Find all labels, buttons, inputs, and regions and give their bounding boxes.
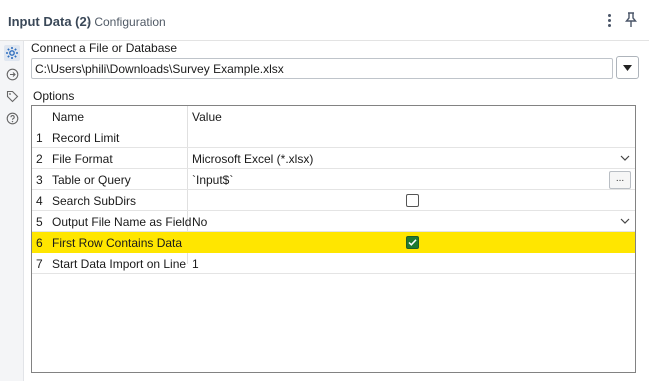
- row-name: Search SubDirs: [52, 194, 137, 208]
- name-column-header: Name: [52, 110, 85, 124]
- row-name: Table or Query: [52, 173, 131, 187]
- options-grid: Name Value 1 Record Limit 2 File Format …: [31, 105, 636, 373]
- side-rail: [0, 41, 24, 381]
- row-name: File Format: [52, 152, 113, 166]
- options-label: Options: [33, 89, 75, 103]
- row-name: Output File Name as Field: [52, 215, 192, 229]
- gear-icon[interactable]: [4, 45, 20, 61]
- file-path-dropdown-button[interactable]: [616, 56, 639, 79]
- row-number: 5: [36, 215, 43, 229]
- triangle-down-icon: [623, 64, 632, 71]
- connection-arrow-icon[interactable]: [4, 66, 20, 82]
- panel-subtitle: - Configuration: [87, 15, 166, 29]
- first-row-data-checkbox[interactable]: [406, 236, 419, 249]
- row-number: 6: [36, 236, 43, 250]
- connect-label: Connect a File or Database: [31, 41, 178, 55]
- output-filename-select[interactable]: No: [192, 215, 207, 229]
- table-row[interactable]: 3 Table or Query `Input$` ...: [32, 169, 635, 190]
- file-format-select[interactable]: Microsoft Excel (*.xlsx): [192, 152, 313, 166]
- table-row-selected[interactable]: 6 First Row Contains Data: [32, 232, 635, 253]
- start-line-value[interactable]: 1: [192, 257, 199, 271]
- table-row[interactable]: 2 File Format Microsoft Excel (*.xlsx): [32, 148, 635, 169]
- row-name: Record Limit: [52, 131, 120, 145]
- more-options-icon[interactable]: [603, 12, 615, 30]
- row-number: 4: [36, 194, 43, 208]
- table-row[interactable]: 7 Start Data Import on Line 1: [32, 253, 635, 274]
- row-number: 2: [36, 152, 43, 166]
- row-number: 3: [36, 173, 43, 187]
- tag-icon[interactable]: [4, 88, 20, 104]
- help-icon[interactable]: [4, 110, 20, 126]
- value-column-header: Value: [192, 110, 222, 124]
- row-name: Start Data Import on Line: [52, 257, 187, 271]
- row-number: 7: [36, 257, 43, 271]
- search-subdirs-checkbox[interactable]: [406, 194, 419, 207]
- file-path-input[interactable]: [31, 58, 613, 79]
- table-query-value[interactable]: `Input$`: [192, 173, 233, 187]
- grid-header: Name Value: [32, 106, 635, 127]
- table-row[interactable]: 5 Output File Name as Field No: [32, 211, 635, 232]
- table-row[interactable]: 4 Search SubDirs: [32, 190, 635, 211]
- row-name: First Row Contains Data: [52, 236, 183, 250]
- chevron-down-icon[interactable]: [620, 154, 630, 162]
- panel-header: Input Data (2) - Configuration: [0, 0, 649, 41]
- table-row[interactable]: 1 Record Limit: [32, 127, 635, 148]
- checkmark-icon: [408, 239, 417, 246]
- chevron-down-icon[interactable]: [620, 217, 630, 225]
- row-number: 1: [36, 131, 43, 145]
- pin-icon[interactable]: [624, 12, 640, 30]
- table-query-browse-button[interactable]: ...: [609, 171, 631, 189]
- panel-title: Input Data (2): [8, 14, 92, 29]
